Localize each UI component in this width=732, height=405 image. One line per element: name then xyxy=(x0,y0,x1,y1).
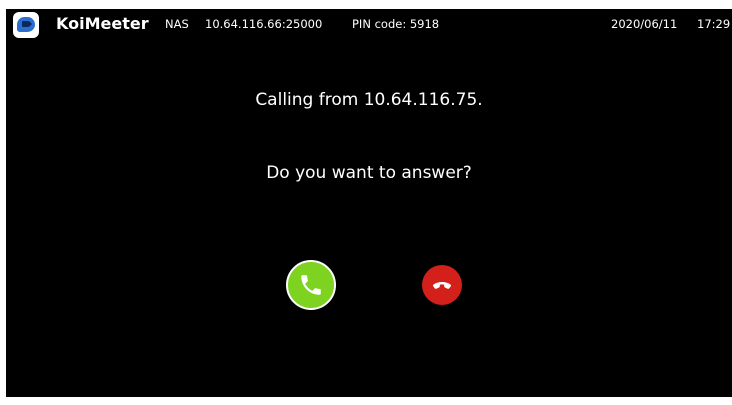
nas-address: 10.64.116.66:25000 xyxy=(205,17,323,31)
nas-label: NAS xyxy=(165,17,189,31)
answer-question: Do you want to answer? xyxy=(266,163,472,183)
answer-call-button[interactable] xyxy=(286,260,336,310)
pin-code: PIN code: 5918 xyxy=(352,17,440,31)
caller-message: Calling from 10.64.116.75. xyxy=(255,90,483,110)
phone-answer-icon xyxy=(301,275,321,295)
decline-call-button[interactable] xyxy=(422,265,462,305)
top-status-bar: KoiMeeter NAS 10.64.116.66:25000 PIN cod… xyxy=(6,9,732,41)
date-display: 2020/06/11 xyxy=(611,17,678,31)
koimeeter-logo-icon xyxy=(13,12,39,38)
incoming-call-screen: KoiMeeter NAS 10.64.116.66:25000 PIN cod… xyxy=(6,9,732,397)
time-display: 17:29 xyxy=(697,17,731,31)
phone-hangup-icon xyxy=(432,282,452,289)
app-name: KoiMeeter xyxy=(56,14,149,33)
